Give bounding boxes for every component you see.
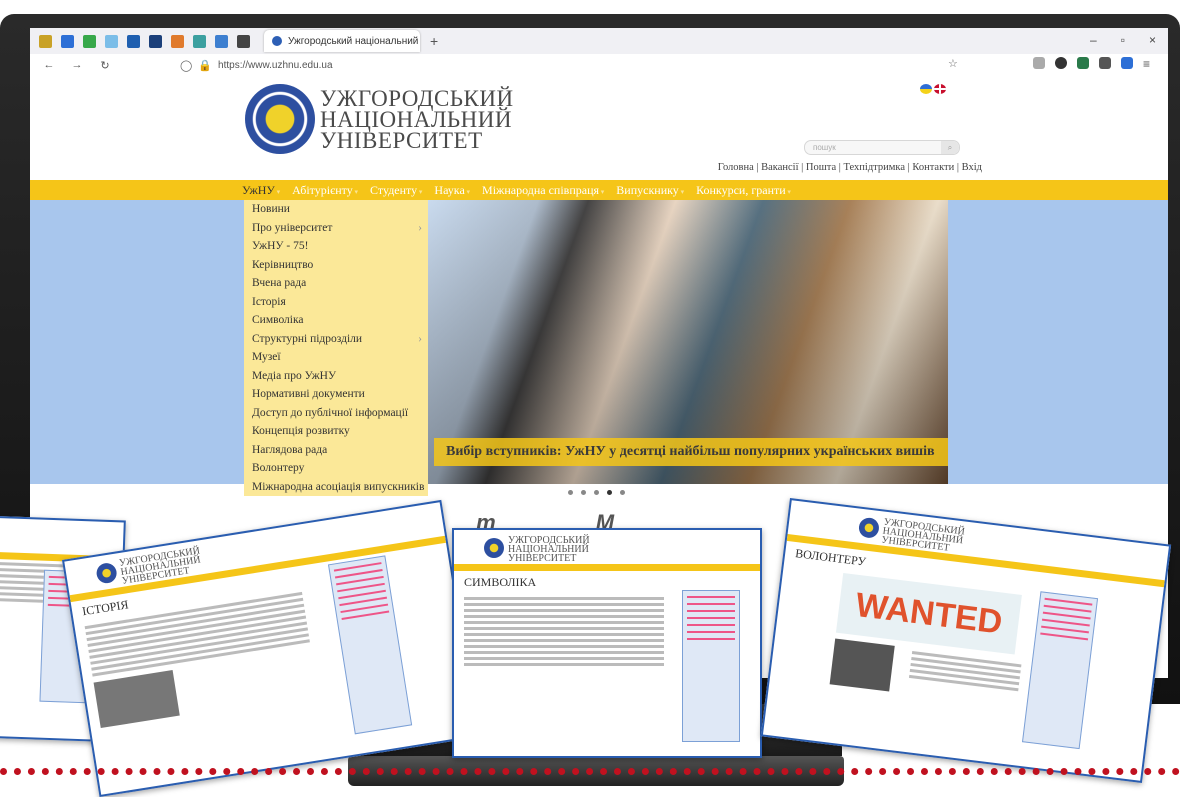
uzhnu-favicon-icon bbox=[272, 36, 282, 46]
menu-icon[interactable]: ≡ bbox=[1143, 57, 1150, 71]
dropdown-item[interactable]: Про університет bbox=[244, 219, 428, 238]
menu-item-students[interactable]: Студенту bbox=[370, 183, 422, 198]
pinned-tab-icon[interactable] bbox=[105, 34, 118, 48]
close-window-icon[interactable]: × bbox=[1149, 33, 1156, 47]
hero-caption[interactable]: Вибір вступників: УжНУ у десятці найбіль… bbox=[434, 438, 948, 466]
university-name[interactable]: УЖГОРОДСЬКИЙ НАЦІОНАЛЬНИЙ УНІВЕРСИТЕТ bbox=[320, 87, 514, 152]
pager-dot[interactable] bbox=[620, 490, 625, 495]
menu-item-grants[interactable]: Конкурси, гранти bbox=[696, 183, 791, 198]
menu-item-uzhnu[interactable]: УжНУ bbox=[242, 183, 280, 198]
mini-logo-icon bbox=[857, 516, 881, 539]
main-menu: УжНУ Абітурієнту Студенту Наука Міжнарод… bbox=[30, 180, 1168, 200]
screenshot-symbolics-page: УЖГОРОДСЬКИЙ НАЦІОНАЛЬНИЙ УНІВЕРСИТЕТ СИ… bbox=[452, 528, 762, 758]
pinned-tab-icon[interactable] bbox=[127, 34, 140, 48]
dropdown-item[interactable]: Музеї bbox=[244, 348, 428, 367]
slider-pager bbox=[568, 490, 625, 495]
language-switcher bbox=[920, 84, 946, 94]
dropdown-item[interactable]: Символіка bbox=[244, 311, 428, 330]
forward-icon[interactable]: → bbox=[68, 59, 86, 71]
dropdown-item[interactable]: УжНУ - 75! bbox=[244, 237, 428, 256]
window-controls: – ▫ × bbox=[1090, 33, 1156, 47]
history-building-photo bbox=[93, 670, 180, 729]
pinned-tab-icon[interactable] bbox=[237, 34, 250, 48]
dropdown-item[interactable]: Медіа про УжНУ bbox=[244, 367, 428, 386]
pinned-tab-icon[interactable] bbox=[215, 34, 228, 48]
dropdown-item[interactable]: Новини bbox=[244, 200, 428, 219]
dropdown-item[interactable]: Вчена рада bbox=[244, 274, 428, 293]
hero-slider[interactable]: Вибір вступників: УжНУ у десятці найбіль… bbox=[426, 200, 948, 484]
reload-icon[interactable]: ↻ bbox=[96, 59, 114, 72]
dropdown-item[interactable]: Волонтеру bbox=[244, 459, 428, 478]
menu-item-applicants[interactable]: Абітурієнту bbox=[292, 183, 358, 198]
pager-dot[interactable] bbox=[568, 490, 573, 495]
university-logo-icon[interactable] bbox=[245, 84, 315, 154]
browser-tabbar: Ужгородський національний × + – ▫ × bbox=[30, 28, 1168, 54]
maximize-icon[interactable]: ▫ bbox=[1121, 33, 1125, 47]
mini-logo-icon bbox=[484, 538, 504, 558]
mini-logo-icon bbox=[95, 561, 119, 585]
pager-dot-active[interactable] bbox=[607, 490, 612, 495]
top-links[interactable]: Головна | Вакансії | Пошта | Техпідтримк… bbox=[718, 162, 982, 173]
menu-item-international[interactable]: Міжнародна співпраця bbox=[482, 183, 604, 198]
menu-item-science[interactable]: Наука bbox=[434, 183, 470, 198]
address-bar[interactable]: ◯ 🔒 https://www.uzhnu.edu.ua bbox=[180, 59, 1030, 72]
extension-icon[interactable] bbox=[1054, 57, 1067, 69]
pinned-tab-icon[interactable] bbox=[61, 34, 74, 48]
english-flag-icon[interactable] bbox=[934, 84, 946, 94]
extension-icon[interactable] bbox=[1076, 57, 1089, 69]
pager-dot[interactable] bbox=[581, 490, 586, 495]
dropdown-item[interactable]: Історія bbox=[244, 293, 428, 312]
extension-icon[interactable] bbox=[1120, 57, 1133, 69]
search-icon[interactable]: ⌕ bbox=[941, 141, 959, 154]
dropdown-item[interactable]: Наглядова рада bbox=[244, 441, 428, 460]
pinned-tab-icon[interactable] bbox=[171, 34, 184, 48]
site-header: УЖГОРОДСЬКИЙ НАЦІОНАЛЬНИЙ УНІВЕРСИТЕТ по… bbox=[30, 76, 1168, 180]
browser-toolbar: ← → ↻ ◯ 🔒 https://www.uzhnu.edu.ua ☆ ≡ bbox=[30, 54, 1168, 77]
dropdown-item[interactable]: Міжнародна асоціація випускників bbox=[244, 478, 428, 497]
new-tab-icon[interactable]: + bbox=[430, 33, 438, 49]
shield-icon: ◯ bbox=[180, 59, 193, 72]
dropdown-item[interactable]: Концепція розвитку bbox=[244, 422, 428, 441]
extensions-bar: ≡ bbox=[1032, 57, 1150, 71]
dropdown-item[interactable]: Нормативні документи bbox=[244, 385, 428, 404]
pager-dot[interactable] bbox=[594, 490, 599, 495]
ukrainian-flag-icon[interactable] bbox=[920, 84, 932, 94]
minimize-icon[interactable]: – bbox=[1090, 33, 1097, 47]
annotation-line-bottom bbox=[0, 768, 1180, 775]
menu-item-graduates[interactable]: Випускнику bbox=[616, 183, 684, 198]
lock-icon: 🔒 bbox=[198, 59, 213, 72]
dropdown-item[interactable]: Керівництво bbox=[244, 256, 428, 275]
screenshot-volunteer-page: УЖГОРОДСЬКИЙ НАЦІОНАЛЬНИЙ УНІВЕРСИТЕТ ВО… bbox=[760, 498, 1172, 784]
url-text: https://www.uzhnu.edu.ua bbox=[218, 59, 333, 71]
dropdown-item[interactable]: Структурні підрозділи bbox=[244, 330, 428, 349]
tab-title: Ужгородський національний bbox=[288, 35, 419, 47]
search-input[interactable]: пошук ⌕ bbox=[804, 140, 960, 155]
tab-uzhnu[interactable]: Ужгородський національний × bbox=[264, 30, 420, 52]
bookmark-star-icon[interactable]: ☆ bbox=[948, 57, 958, 70]
pocket-icon[interactable] bbox=[1032, 57, 1045, 69]
uzhnu-dropdown-menu: Новини Про університет УжНУ - 75! Керівн… bbox=[244, 200, 428, 496]
extension-icon[interactable] bbox=[1098, 57, 1111, 69]
pinned-tab-icon[interactable] bbox=[39, 34, 52, 48]
volunteer-photo bbox=[829, 638, 895, 692]
pinned-tab-icon[interactable] bbox=[193, 34, 206, 48]
back-icon[interactable]: ← bbox=[40, 59, 58, 71]
dropdown-item[interactable]: Доступ до публічної інформації bbox=[244, 404, 428, 423]
pinned-tab-icon[interactable] bbox=[83, 34, 96, 48]
pinned-tab-icon[interactable] bbox=[149, 34, 162, 48]
